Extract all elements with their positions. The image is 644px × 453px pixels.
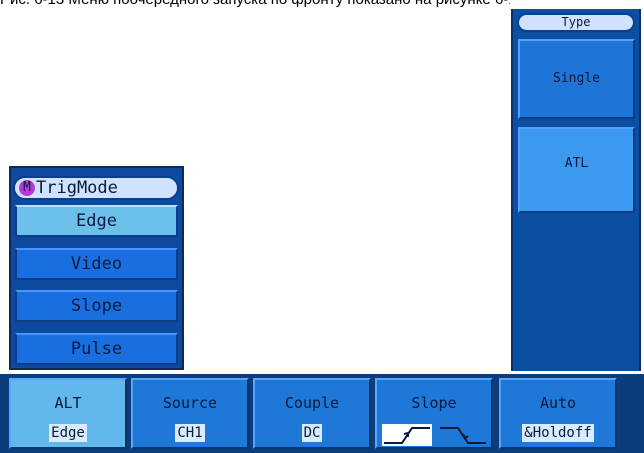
softkey-source[interactable]: Source CH1	[131, 378, 249, 449]
softkey-alt-value: Edge	[49, 424, 87, 442]
softkey-couple-label: Couple	[284, 394, 340, 412]
rising-edge-icon	[382, 424, 432, 446]
type-menu-panel: Type Single ATL	[511, 9, 641, 371]
softkey-holdoff-value: &Holdoff	[522, 424, 594, 442]
trigmode-item-video[interactable]: Video	[15, 248, 178, 280]
trigmode-item-pulse[interactable]: Pulse	[15, 333, 178, 365]
softkey-auto-label: Auto	[539, 394, 577, 412]
softkey-alt-label: ALT	[54, 394, 82, 412]
trigmode-menu-header: M TrigMode	[13, 176, 179, 200]
softkey-couple[interactable]: Couple DC	[253, 378, 371, 449]
softkey-auto-holdoff[interactable]: Auto &Holdoff	[499, 378, 617, 449]
trigmode-menu-panel: M TrigMode Edge Video Slope Pulse	[9, 166, 184, 370]
softkey-bar: ALT Edge Source CH1 Couple DC Slope Auto…	[0, 374, 644, 453]
menu-m-icon: M	[19, 180, 35, 196]
type-single-button[interactable]: Single	[518, 39, 635, 119]
softkey-slope[interactable]: Slope	[375, 378, 493, 449]
trigmode-item-edge[interactable]: Edge	[15, 205, 178, 237]
softkey-source-value: CH1	[175, 424, 205, 442]
falling-edge-icon	[440, 427, 486, 444]
softkey-couple-value: DC	[301, 424, 323, 442]
softkey-source-label: Source	[162, 394, 218, 412]
type-atl-button[interactable]: ATL	[518, 127, 635, 213]
softkey-alt[interactable]: ALT Edge	[9, 378, 127, 449]
softkey-slope-label: Slope	[411, 394, 457, 412]
trigmode-item-slope[interactable]: Slope	[15, 290, 178, 322]
figure-caption: Рис. 6-13 Меню поочередного запуска по ф…	[0, 0, 510, 9]
trigmode-title: TrigMode	[36, 178, 118, 198]
type-menu-header: Type	[517, 13, 635, 32]
